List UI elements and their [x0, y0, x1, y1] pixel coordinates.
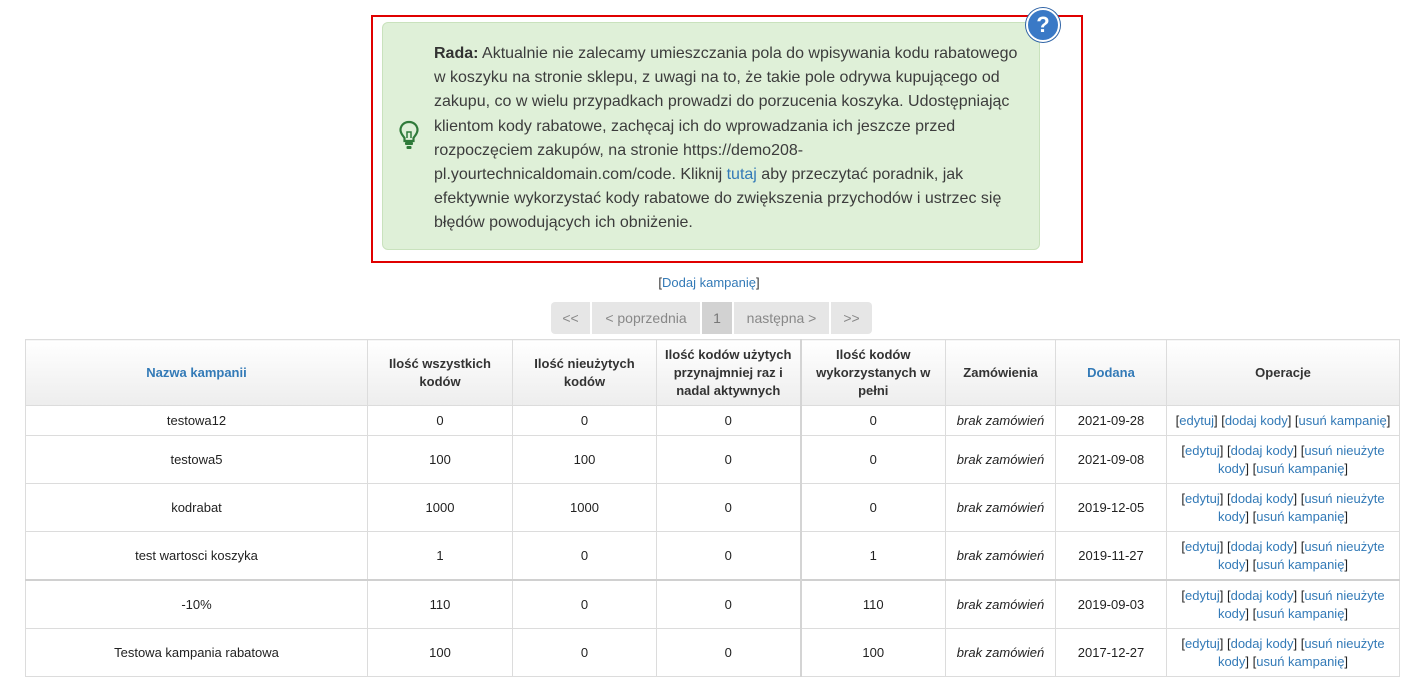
all-codes-count: 0 — [367, 405, 513, 436]
added-date: 2021-09-28 — [1055, 405, 1167, 436]
campaign-name: Testowa kampania rabatowa — [25, 628, 368, 677]
fully-used-count[interactable]: 110 — [799, 579, 946, 629]
edit-link[interactable]: edytuj — [1185, 539, 1220, 554]
table-row: Testowa kampania rabatowa 100 0 0 100 brak za… — [25, 628, 1400, 677]
operations-cell: [edytuj] [dodaj kody] [usuń kampanię] — [1166, 405, 1400, 436]
campaign-name: test wartosci koszyka — [25, 531, 368, 581]
added-date: 2021-09-08 — [1055, 435, 1167, 484]
header-name[interactable]: Nazwa kampanii — [25, 339, 368, 406]
remove-campaign-link[interactable]: usuń kampanię — [1256, 509, 1344, 524]
add-codes-link[interactable]: dodaj kody — [1225, 413, 1288, 428]
remove-campaign-link[interactable]: usuń kampanię — [1256, 461, 1344, 476]
unused-codes-count[interactable]: 100 — [512, 435, 657, 484]
added-date: 2017-12-27 — [1055, 628, 1167, 677]
edit-link[interactable]: edytuj — [1185, 588, 1220, 603]
fully-used-count: 0 — [799, 483, 946, 532]
fully-used-count: 0 — [799, 435, 946, 484]
header-fully-used: Ilość kodów wykorzystanych w pełni — [799, 339, 946, 406]
add-campaign: [Dodaj kampanię] — [0, 275, 1418, 290]
used-active-count: 0 — [656, 628, 801, 677]
remove-campaign-link[interactable]: usuń kampanię — [1256, 557, 1344, 572]
campaign-name: testowa5 — [25, 435, 368, 484]
orders-status: brak zamówień — [945, 405, 1056, 436]
bracket-close: ] — [755, 275, 760, 290]
all-codes-count[interactable]: 1000 — [367, 483, 513, 532]
edit-link[interactable]: edytuj — [1185, 636, 1220, 651]
campaigns-table: Nazwa kampanii Ilość wszystkich kodów Il… — [25, 339, 1400, 677]
operations-cell: [edytuj] [dodaj kody] [usuń nieużyte kod… — [1166, 628, 1400, 677]
edit-link[interactable]: edytuj — [1185, 443, 1220, 458]
campaign-name: kodrabat — [25, 483, 368, 532]
add-codes-link[interactable]: dodaj kody — [1231, 443, 1294, 458]
edit-link[interactable]: edytuj — [1179, 413, 1214, 428]
all-codes-count[interactable]: 100 — [367, 435, 513, 484]
header-used-active: Ilość kodów użytych przynajmniej raz i n… — [656, 339, 801, 406]
table-row: testowa12 0 0 0 0 brak zamówień 2021-09-28 [edy… — [25, 405, 1400, 436]
table-row: testowa5 100 100 0 0 brak zamówień 2021-09-08[… — [25, 435, 1400, 484]
add-codes-link[interactable]: dodaj kody — [1231, 636, 1294, 651]
operations-cell: [edytuj] [dodaj kody] [usuń nieużyte kod… — [1166, 531, 1400, 581]
all-codes-count[interactable]: 1 — [367, 531, 513, 581]
used-active-count: 0 — [656, 483, 801, 532]
orders-status: brak zamówień — [945, 483, 1056, 532]
table-row: kodrabat 1000 1000 0 0 brak zamówień 2019-12-0… — [25, 483, 1400, 532]
fully-used-count[interactable]: 100 — [799, 628, 946, 677]
unused-codes-count[interactable]: 1000 — [512, 483, 657, 532]
pagination: << < poprzednia 1 następna > >> — [551, 302, 872, 334]
operations-cell: [edytuj] [dodaj kody] [usuń nieużyte kod… — [1166, 483, 1400, 532]
add-codes-link[interactable]: dodaj kody — [1231, 491, 1294, 506]
edit-link[interactable]: edytuj — [1185, 491, 1220, 506]
header-all-codes: Ilość wszystkich kodów — [367, 339, 513, 406]
header-operations: Operacje — [1166, 339, 1400, 406]
used-active-count: 0 — [656, 435, 801, 484]
campaign-name: testowa12 — [25, 405, 368, 436]
pagination-next[interactable]: następna > — [734, 302, 831, 334]
fully-used-count[interactable]: 1 — [799, 531, 946, 581]
table-row: test wartosci koszyka 1 0 0 1 brak zamówień 20… — [25, 531, 1400, 581]
orders-status: brak zamówień — [945, 531, 1056, 581]
remove-campaign-link[interactable]: usuń kampanię — [1299, 413, 1387, 428]
campaign-name: -10% — [25, 579, 368, 629]
add-campaign-link[interactable]: Dodaj kampanię — [662, 275, 756, 290]
unused-codes-count: 0 — [512, 405, 657, 436]
operations-cell: [edytuj] [dodaj kody] [usuń nieużyte kod… — [1166, 435, 1400, 484]
used-active-count: 0 — [656, 405, 801, 436]
added-date: 2019-09-03 — [1055, 579, 1167, 629]
all-codes-count[interactable]: 110 — [367, 579, 513, 629]
added-date: 2019-12-05 — [1055, 483, 1167, 532]
header-added[interactable]: Dodana — [1055, 339, 1167, 406]
add-codes-link[interactable]: dodaj kody — [1231, 588, 1294, 603]
pagination-current[interactable]: 1 — [702, 302, 734, 334]
remove-campaign-link[interactable]: usuń kampanię — [1256, 654, 1344, 669]
help-icon[interactable]: ? — [1026, 8, 1060, 42]
used-active-count: 0 — [656, 531, 801, 581]
header-unused-codes: Ilość nieużytych kodów — [512, 339, 657, 406]
pagination-first[interactable]: << — [551, 302, 592, 334]
header-orders: Zamówienia — [945, 339, 1056, 406]
pagination-prev[interactable]: < poprzednia — [592, 302, 702, 334]
table-header-row: Nazwa kampanii Ilość wszystkich kodów Il… — [25, 339, 1400, 406]
unused-codes-count: 0 — [512, 628, 657, 677]
added-date: 2019-11-27 — [1055, 531, 1167, 581]
unused-codes-count: 0 — [512, 579, 657, 629]
orders-status: brak zamówień — [945, 435, 1056, 484]
used-active-count: 0 — [656, 579, 801, 629]
remove-campaign-link[interactable]: usuń kampanię — [1256, 606, 1344, 621]
add-codes-link[interactable]: dodaj kody — [1231, 539, 1294, 554]
operations-cell: [edytuj] [dodaj kody] [usuń nieużyte kod… — [1166, 579, 1400, 629]
table-row: -10% 110 0 0 110 brak zamówień 2019-09-03 [edyt… — [25, 579, 1400, 629]
fully-used-count: 0 — [799, 405, 946, 436]
highlight-frame — [371, 15, 1083, 263]
orders-status: brak zamówień — [945, 628, 1056, 677]
unused-codes-count: 0 — [512, 531, 657, 581]
orders-status: brak zamówień — [945, 579, 1056, 629]
all-codes-count[interactable]: 100 — [367, 628, 513, 677]
pagination-last[interactable]: >> — [831, 302, 872, 334]
